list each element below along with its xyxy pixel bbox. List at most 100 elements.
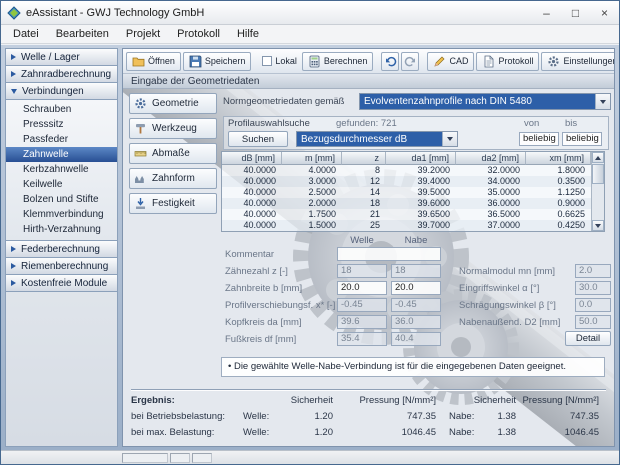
minimize-button[interactable]: – (532, 1, 561, 24)
sidebar-section-riemenberechnung[interactable]: Riemenberechnung (6, 258, 117, 275)
welle-pressung-value: 747.35 (341, 411, 436, 422)
einstellungen-button-label: Einstellungen (563, 56, 615, 66)
protokoll-button[interactable]: Protokoll (476, 52, 539, 71)
table-cell: 2.5000 (282, 187, 342, 198)
von-input[interactable]: beliebig (519, 132, 559, 146)
redo-button[interactable] (401, 52, 419, 71)
table-header-cell[interactable]: xm [mm] (526, 152, 591, 165)
sidebar-item-presssitz[interactable]: Presssitz (6, 117, 117, 132)
tab-geometrie[interactable]: Geometrie (129, 93, 217, 114)
von-label: von (524, 118, 539, 129)
eingriffswinkel-field[interactable]: 30.0 (575, 281, 611, 295)
floppy-save-icon (189, 55, 202, 68)
sidebar-section-federberechnung[interactable]: Federberechnung (6, 241, 117, 258)
detail-button[interactable]: Detail (565, 331, 611, 346)
sidebar-item-schrauben[interactable]: Schrauben (6, 102, 117, 117)
undo-button[interactable] (381, 52, 399, 71)
kommentar-input[interactable] (337, 247, 441, 261)
sidebar-section-welle-lager[interactable]: Welle / Lager (6, 49, 117, 66)
table-row[interactable]: 40.00001.50002539.700037.00000.4250 (222, 220, 604, 231)
tab-zahnform[interactable]: Zahnform (129, 168, 217, 189)
table-cell: 1.5000 (282, 220, 342, 231)
close-button[interactable]: × (590, 1, 619, 24)
folder-open-icon (132, 55, 145, 68)
norm-combobox-dropdown-button[interactable] (595, 94, 610, 109)
sidebar-item-keilwelle[interactable]: Keilwelle (6, 177, 117, 192)
nabenaussendurchmesser-field[interactable]: 50.0 (575, 315, 611, 329)
einstellungen-button[interactable]: Einstellungen (541, 52, 615, 71)
norm-combobox[interactable]: Evolventenzahnprofile nach DIN 5480 (359, 93, 611, 110)
ruler-icon (134, 147, 147, 160)
strength-press-icon (134, 197, 147, 210)
scroll-up-button[interactable] (592, 152, 604, 163)
kopfkreis-welle-field[interactable]: 39.6 (337, 315, 387, 329)
sidebar-section-label: Welle / Lager (21, 52, 80, 63)
table-row[interactable]: 40.00002.00001839.600036.00000.9000 (222, 198, 604, 209)
berechnen-button[interactable]: Berechnen (302, 52, 374, 71)
fusskreis-welle-field[interactable]: 35.4 (337, 332, 387, 346)
table-header-cell[interactable]: da2 [mm] (456, 152, 526, 165)
table-row[interactable]: 40.00004.0000839.200032.00001.8000 (222, 165, 604, 176)
table-header-cell[interactable]: z (342, 152, 386, 165)
welle-label: Welle: (243, 411, 269, 422)
scroll-down-button[interactable] (592, 220, 604, 231)
table-header-cell[interactable]: m [mm] (282, 152, 342, 165)
lokal-checkbox-group[interactable]: Lokal (259, 56, 300, 66)
suchen-button[interactable]: Suchen (228, 131, 288, 147)
table-cell: 25 (342, 220, 386, 231)
title-bar[interactable]: eAssistant - GWJ Technology GmbH – □ × (1, 1, 619, 25)
table-cell: 21 (342, 209, 386, 220)
save-button[interactable]: Speichern (183, 52, 252, 71)
bis-input[interactable]: beliebig (562, 132, 602, 146)
table-scrollbar[interactable] (591, 152, 604, 231)
nabe-sicherheit-value: 1.38 (461, 427, 516, 438)
sidebar-section-zahnradberechnung[interactable]: Zahnradberechnung (6, 66, 117, 83)
tab-abmasse[interactable]: Abmaße (129, 143, 217, 164)
sidebar-section-verbindungen[interactable]: Verbindungen (6, 83, 117, 100)
search-criteria-dropdown-button[interactable] (442, 132, 457, 146)
sidebar-item-zahnwelle[interactable]: Zahnwelle (6, 147, 117, 162)
table-row[interactable]: 40.00003.00001239.400034.00000.3500 (222, 176, 604, 187)
search-criteria-combobox[interactable]: Bezugsdurchmesser dB (296, 131, 458, 147)
menu-datei[interactable]: Datei (5, 26, 47, 42)
cad-button[interactable]: CAD (427, 52, 474, 71)
schraegungswinkel-field[interactable]: 0.0 (575, 298, 611, 312)
kopfkreis-nabe-field[interactable]: 36.0 (391, 315, 441, 329)
table-row[interactable]: 40.00002.50001439.500035.00001.1250 (222, 187, 604, 198)
zaehnezahl-welle-field[interactable]: 18 (337, 264, 387, 278)
results-row-label: bei Betriebsbelastung: (131, 411, 225, 422)
tab-werkzeug[interactable]: Werkzeug (129, 118, 217, 139)
zahnbreite-welle-input[interactable]: 20.0 (337, 281, 387, 295)
sidebar-item-bolzen-und-stifte[interactable]: Bolzen und Stifte (6, 192, 117, 207)
profilverschiebung-welle-field[interactable]: -0.45 (337, 298, 387, 312)
table-cell: 14 (342, 187, 386, 198)
menu-projekt[interactable]: Projekt (118, 26, 168, 42)
tab-label: Werkzeug (152, 123, 197, 134)
nabe-pressung-value: 747.35 (521, 411, 599, 422)
sidebar-item-passfeder[interactable]: Passfeder (6, 132, 117, 147)
sidebar-section-label: Zahnradberechnung (21, 69, 111, 80)
table-row[interactable]: 40.00001.75002139.650036.50000.6625 (222, 209, 604, 220)
sidebar-item-kerbzahnwelle[interactable]: Kerbzahnwelle (6, 162, 117, 177)
profilverschiebung-nabe-field[interactable]: -0.45 (391, 298, 441, 312)
tab-festigkeit[interactable]: Festigkeit (129, 193, 217, 214)
sidebar-verbindungen-items: Schrauben Presssitz Passfeder Zahnwelle … (6, 100, 117, 241)
status-message: • Die gewählte Welle-Nabe-Verbindung ist… (228, 361, 566, 372)
sidebar-item-klemmverbindung[interactable]: Klemmverbindung (6, 207, 117, 222)
zaehnezahl-nabe-field[interactable]: 18 (391, 264, 441, 278)
normalmodul-field[interactable]: 2.0 (575, 264, 611, 278)
maximize-button[interactable]: □ (561, 1, 590, 24)
fusskreis-nabe-field[interactable]: 40.4 (391, 332, 441, 346)
sidebar-item-hirth-verzahnung[interactable]: Hirth-Verzahnung (6, 222, 117, 237)
table-cell: 36.0000 (456, 198, 526, 209)
lokal-checkbox[interactable] (262, 56, 272, 66)
table-header-cell[interactable]: da1 [mm] (386, 152, 456, 165)
scrollbar-thumb[interactable] (592, 164, 604, 184)
zahnbreite-nabe-input[interactable]: 20.0 (391, 281, 441, 295)
menu-hilfe[interactable]: Hilfe (229, 26, 267, 42)
sidebar-section-kostenfreie-module[interactable]: Kostenfreie Module (6, 275, 117, 292)
table-header-cell[interactable]: dB [mm] (222, 152, 282, 165)
menu-bearbeiten[interactable]: Bearbeiten (48, 26, 117, 42)
open-button[interactable]: Öffnen (126, 52, 181, 71)
menu-protokoll[interactable]: Protokoll (169, 26, 228, 42)
